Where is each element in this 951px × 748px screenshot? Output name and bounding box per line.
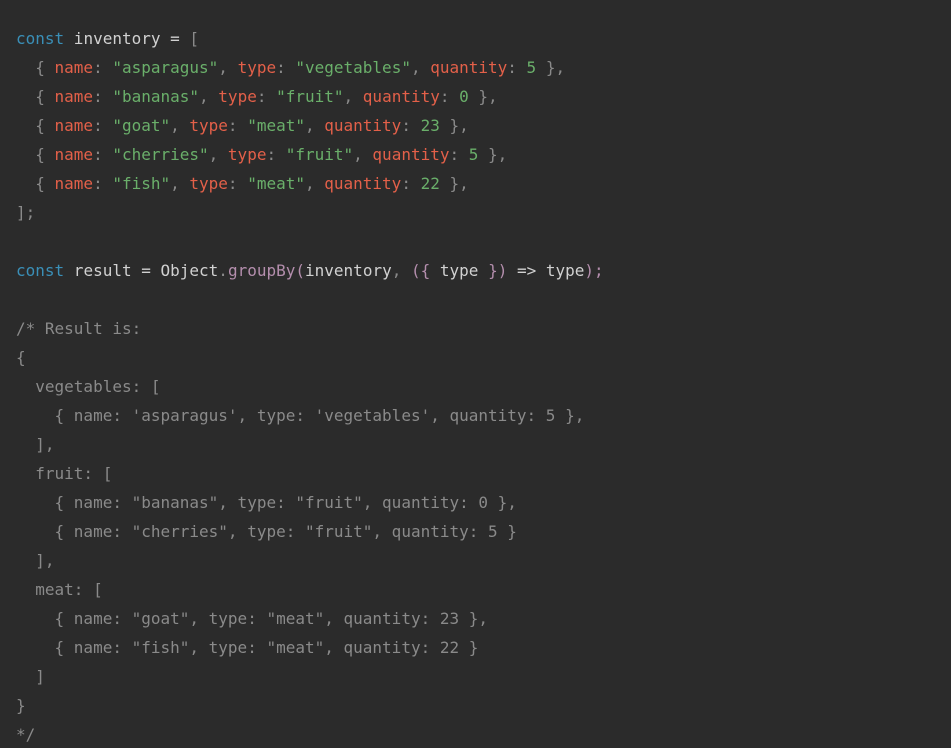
keyword-const: const <box>16 29 64 48</box>
space <box>401 261 411 280</box>
punctuation: . <box>218 261 228 280</box>
punctuation: ]; <box>16 203 35 222</box>
arrow-body: => type <box>507 261 584 280</box>
punctuation: }) <box>478 261 507 280</box>
identifier: type <box>440 261 479 280</box>
identifier: inventory <box>305 261 392 280</box>
keyword-const: const <box>16 261 64 280</box>
punctuation: ({ <box>411 261 440 280</box>
punctuation: ); <box>584 261 603 280</box>
punctuation: ( <box>295 261 305 280</box>
punctuation: , <box>392 261 402 280</box>
identifier: result = Object <box>64 261 218 280</box>
method-groupby: groupBy <box>228 261 295 280</box>
block-comment: /* Result is: { vegetables: [ { name: 'a… <box>16 319 584 744</box>
code-block: const inventory = [ { name: "asparagus",… <box>0 0 951 748</box>
identifier: inventory = <box>64 29 189 48</box>
punctuation: [ <box>189 29 199 48</box>
